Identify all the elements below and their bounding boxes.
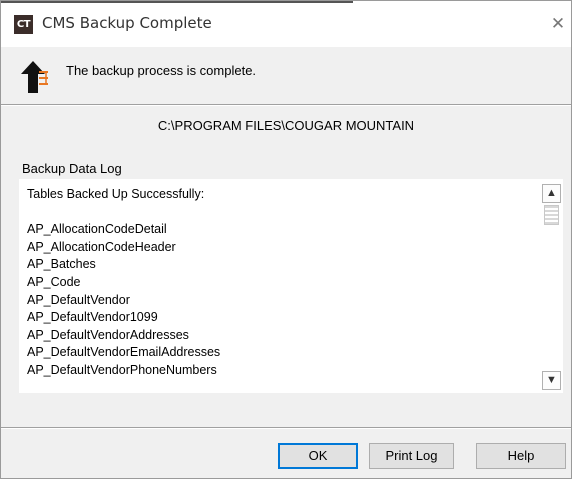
- backup-complete-dialog: CT CMS Backup Complete ✕ The backup proc…: [0, 0, 572, 479]
- close-button[interactable]: ✕: [549, 15, 567, 33]
- upload-arrow-icon: [21, 61, 48, 93]
- divider: [1, 104, 571, 106]
- log-line: AP_DefaultVendorEmailAddresses: [27, 345, 221, 360]
- log-line: AP_AllocationCodeDetail: [27, 222, 167, 237]
- log-content: Tables Backed Up Successfully: AP_Allocat…: [27, 186, 537, 380]
- scroll-up-button[interactable]: ▲: [542, 184, 561, 203]
- log-line: AP_DefaultVendor: [27, 292, 130, 307]
- log-line: AP_Code: [27, 274, 81, 289]
- ok-button[interactable]: OK: [278, 443, 358, 469]
- log-scrollbar[interactable]: ▲ ▼: [542, 181, 561, 391]
- log-line: Tables Backed Up Successfully:: [27, 187, 205, 201]
- log-line: AP_DefaultVendorPhoneNumbers: [27, 362, 217, 377]
- divider: [1, 427, 571, 429]
- title-bar: CT CMS Backup Complete ✕: [1, 1, 571, 47]
- window-title: CMS Backup Complete: [42, 14, 212, 32]
- scroll-down-button[interactable]: ▼: [542, 371, 561, 390]
- app-logo-icon: CT: [14, 15, 33, 34]
- install-path: C:\PROGRAM FILES\COUGAR MOUNTAIN: [157, 118, 415, 133]
- status-message: The backup process is complete.: [66, 63, 257, 78]
- log-line: AP_AllocationCodeHeader: [27, 239, 176, 254]
- log-label: Backup Data Log: [22, 161, 122, 176]
- log-line: AP_DefaultVendorAddresses: [27, 327, 189, 342]
- title-bar-accent-line: [1, 1, 353, 3]
- log-line: AP_DefaultVendor1099: [27, 310, 158, 325]
- print-log-button[interactable]: Print Log: [369, 443, 454, 469]
- backup-data-log[interactable]: Tables Backed Up Successfully: AP_Allocat…: [19, 179, 563, 393]
- log-line: AP_Batches: [27, 257, 96, 272]
- scroll-thumb[interactable]: [544, 205, 559, 225]
- help-button[interactable]: Help: [476, 443, 566, 469]
